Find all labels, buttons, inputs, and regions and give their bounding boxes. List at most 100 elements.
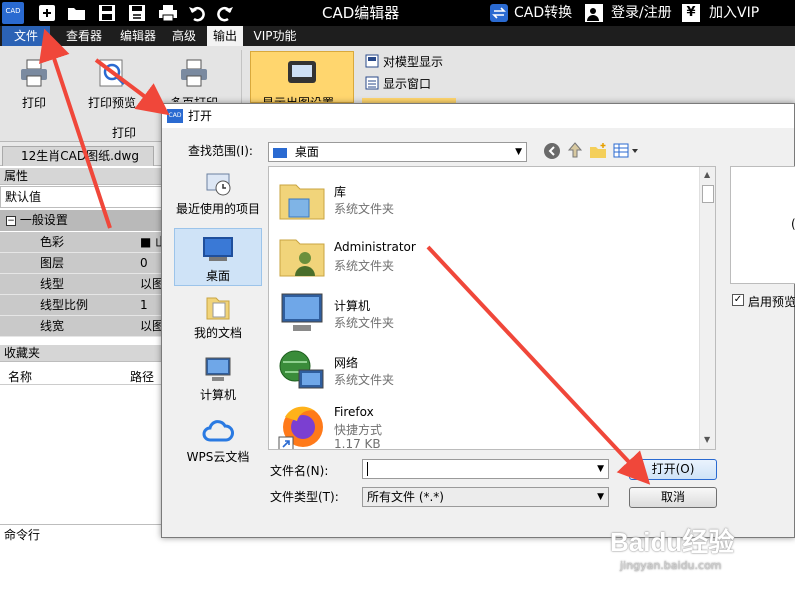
login-register-button[interactable]: 登录/注册 (611, 0, 672, 26)
favorites-list (0, 386, 162, 524)
preview-pane: (( (730, 166, 795, 284)
computer-icon (203, 356, 233, 384)
property-row[interactable]: 图层 0 (0, 253, 162, 274)
filename-input[interactable]: ▼ (362, 459, 609, 479)
desktop-small-icon (273, 147, 287, 158)
convert-icon (490, 4, 508, 22)
properties-default-select[interactable]: 默认值 (0, 186, 162, 208)
property-row[interactable]: 色彩 ■ 山 (0, 232, 167, 253)
nav-desktop[interactable]: 桌面 (174, 228, 262, 286)
chevron-down-icon: ▼ (515, 147, 522, 157)
new-file-icon[interactable] (38, 4, 56, 22)
list-item[interactable]: 库 系统文件夹 (277, 175, 697, 231)
cancel-button[interactable]: 取消 (629, 487, 717, 508)
property-row[interactable]: 线型比例 1 (0, 295, 162, 316)
favorites-header: 收藏夹 (0, 345, 162, 362)
print-icon[interactable] (158, 4, 178, 22)
show-window-icon (365, 76, 379, 90)
app-title: CAD编辑器 (322, 4, 400, 22)
text-caret (367, 462, 368, 476)
property-row[interactable]: 线宽 以图 (0, 316, 164, 337)
watermark-url: jingyan.baidu.com (620, 559, 722, 572)
open-button[interactable]: 打开(O) (629, 459, 717, 480)
undo-icon[interactable] (188, 4, 206, 22)
show-window-button[interactable]: 显示窗口 (383, 75, 431, 92)
nav-wps-cloud[interactable]: WPS云文档 (174, 418, 262, 468)
filename-label: 文件名(N): (270, 464, 329, 478)
ribbon-group-print-label: 打印 (112, 126, 137, 140)
list-item[interactable]: 网络 系统文件夹 (277, 346, 697, 402)
computer-icon (277, 289, 327, 339)
view-menu-icon[interactable] (613, 143, 641, 159)
watermark-brand: Baidu经验 (610, 527, 735, 557)
show-output-settings-label: 显示出图设置 (262, 94, 334, 102)
chevron-down-icon[interactable]: ▼ (597, 460, 604, 478)
model-display-button[interactable]: 对模型显示 (383, 53, 443, 70)
file-list: 库 系统文件夹 Administrator 系统文件夹 计算机 系统文件夹 网络… (268, 166, 716, 450)
menu-output[interactable]: 输出 (207, 26, 243, 46)
save-as-icon[interactable] (128, 4, 146, 22)
menu-bar: 文件 查看器 编辑器 高级 输出 VIP功能 (0, 26, 795, 46)
filetype-label: 文件类型(T): (270, 490, 339, 504)
scroll-thumb[interactable] (702, 185, 714, 203)
library-folder-icon (277, 175, 327, 225)
menu-vip[interactable]: VIP功能 (250, 26, 300, 46)
properties-section[interactable]: − 一般设置 (0, 210, 162, 231)
list-item[interactable]: Firefox 快捷方式 1.17 KB (277, 403, 697, 449)
enable-preview-label: 启用预览 (748, 295, 795, 309)
new-folder-icon[interactable] (589, 142, 607, 160)
nav-computer[interactable]: 计算机 (174, 356, 262, 406)
menu-file[interactable]: 文件 (2, 26, 50, 46)
documents-icon (203, 294, 233, 322)
menu-editor[interactable]: 编辑器 (114, 26, 162, 46)
look-in-select[interactable]: 桌面 ▼ (268, 142, 527, 162)
properties-header: 属性 (0, 168, 162, 185)
cad-app-icon: CAD (167, 109, 183, 123)
nav-recent-items[interactable]: 最近使用的项目 (174, 170, 262, 220)
recent-items-icon (203, 170, 233, 198)
scroll-down-icon[interactable]: ▼ (704, 435, 710, 444)
scroll-up-icon[interactable]: ▲ (704, 170, 710, 179)
nav-my-documents[interactable]: 我的文档 (174, 294, 262, 344)
user-icon (585, 4, 603, 22)
menu-viewer[interactable]: 查看器 (60, 26, 108, 46)
firefox-icon (277, 403, 327, 449)
filetype-select[interactable]: 所有文件 (*.*) ▼ (362, 487, 609, 507)
monitor-icon (287, 60, 317, 86)
list-item[interactable]: 计算机 系统文件夹 (277, 289, 697, 345)
enable-preview-checkbox[interactable]: ✓ (732, 294, 744, 306)
collapse-icon[interactable]: − (6, 215, 16, 226)
join-vip-button[interactable]: 加入VIP (709, 0, 759, 26)
back-icon[interactable] (543, 142, 561, 160)
model-display-icon (365, 54, 379, 68)
menu-advanced[interactable]: 高级 (167, 26, 201, 46)
redo-icon[interactable] (216, 4, 234, 22)
title-bar: CAD CAD编辑器 CAD转换 登录/注册 ¥ 加入VIP (0, 0, 795, 26)
cloud-icon (202, 418, 234, 446)
yuan-icon: ¥ (682, 4, 700, 22)
dialog-title-bar[interactable]: CAD 打开 (162, 104, 794, 128)
favorites-column-header: 名称 路径 (0, 365, 162, 385)
multi-page-print-button[interactable]: 多页打印 (166, 58, 222, 102)
property-row[interactable]: 线型 以图 (0, 274, 164, 295)
list-item[interactable]: Administrator 系统文件夹 (277, 232, 697, 288)
file-list-scrollbar[interactable]: ▲ ▼ (699, 167, 715, 449)
desktop-icon (201, 235, 235, 263)
up-folder-icon[interactable] (566, 141, 584, 159)
baidu-watermark: Baidu经验 jingyan.baidu.com (610, 522, 734, 572)
user-folder-icon (277, 232, 327, 282)
favorites-col-path[interactable]: 路径 (130, 368, 154, 385)
chevron-down-icon: ▼ (597, 492, 604, 502)
favorites-col-name[interactable]: 名称 (8, 368, 32, 385)
print-preview-button[interactable]: 打印预览 (82, 58, 142, 111)
cad-convert-button[interactable]: CAD转换 (514, 0, 572, 26)
multi-page-printer-icon (179, 58, 209, 88)
magnifier-icon (97, 58, 127, 88)
print-button[interactable]: 打印 (10, 58, 58, 111)
open-folder-icon[interactable] (67, 4, 87, 22)
document-tab[interactable]: 12生肖CAD图纸.dwg (2, 146, 154, 166)
printer-icon (19, 58, 49, 88)
look-in-label: 查找范围(I): (188, 144, 253, 158)
open-file-dialog: CAD 打开 查找范围(I): 桌面 ▼ 最近使用的项目 桌面 我的文档 计算机… (161, 103, 795, 538)
save-icon[interactable] (98, 4, 116, 22)
